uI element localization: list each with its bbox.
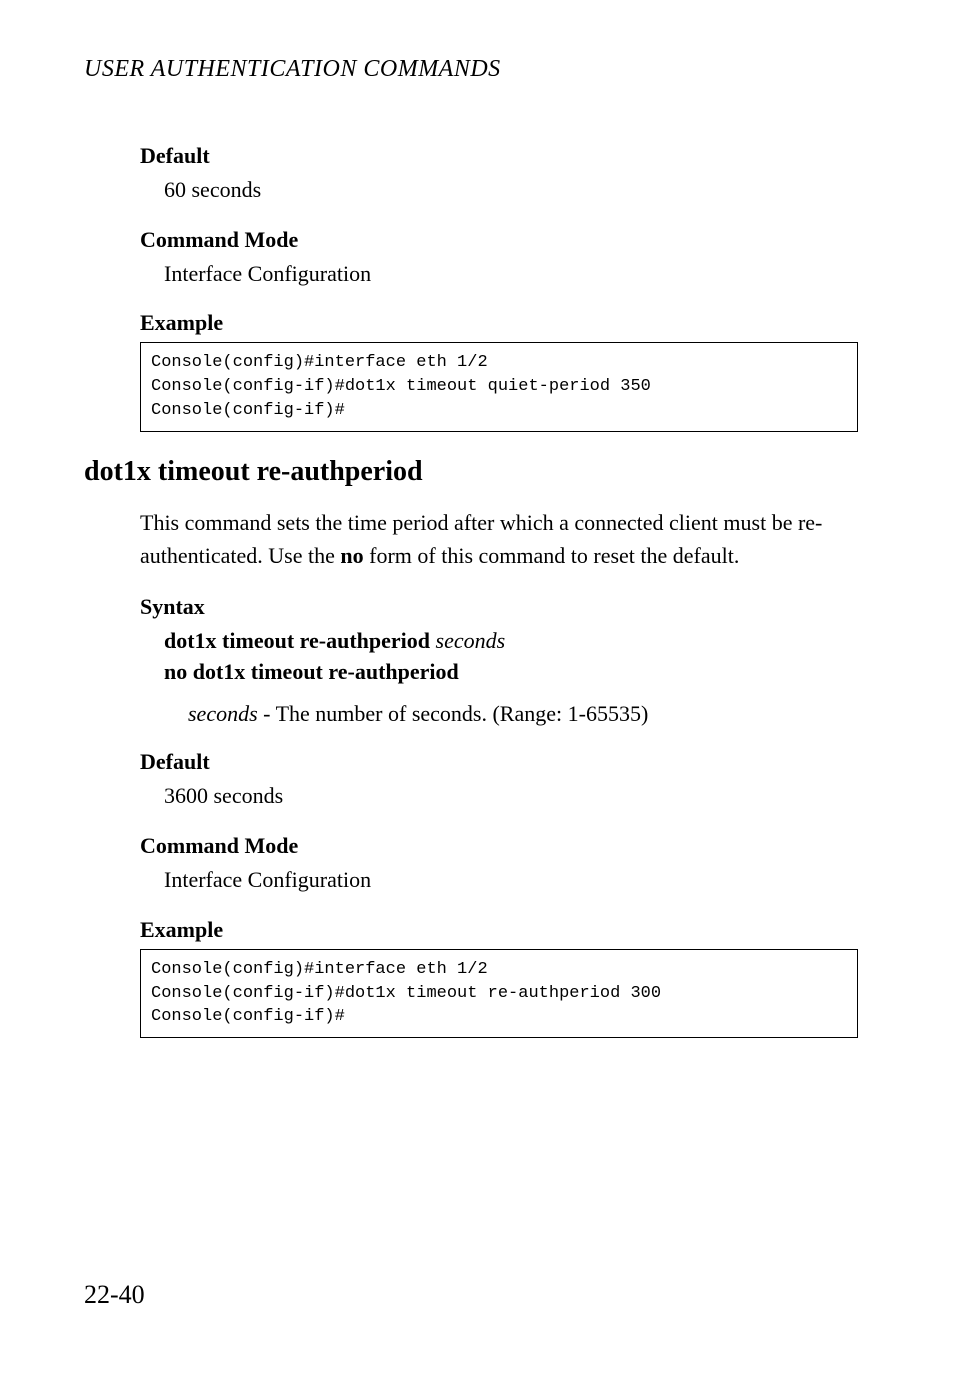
text-default-1: 60 seconds [164,175,858,205]
syntax-block: dot1x timeout re-authperiod seconds no d… [164,626,858,688]
page-number: 22-40 [84,1280,145,1310]
syntax-line-1: dot1x timeout re-authperiod seconds [164,626,858,657]
text-command-mode-1: Interface Configuration [164,259,858,289]
param-desc: - The number of seconds. (Range: 1-65535… [258,701,649,726]
heading-default-2: Default [84,749,858,775]
code-block-1: Console(config)#interface eth 1/2 Consol… [140,342,858,431]
heading-example-1: Example [84,310,858,336]
heading-syntax: Syntax [84,594,858,620]
command-title: dot1x timeout re-authperiod [84,456,858,488]
text-command-mode-2: Interface Configuration [164,865,858,895]
page-container: USER AUTHENTICATION COMMANDS Default 60 … [0,0,954,1388]
syntax-line-2: no dot1x timeout re-authperiod [164,657,858,688]
param-name: seconds [188,701,258,726]
desc-text-bold: no [340,543,363,568]
command-description: This command sets the time period after … [140,506,858,572]
desc-text-post: form of this command to reset the defaul… [364,543,740,568]
heading-default-1: Default [84,143,858,169]
text-default-2: 3600 seconds [164,781,858,811]
syntax-l1-italic: seconds [436,628,506,653]
running-header: USER AUTHENTICATION COMMANDS [84,56,858,83]
parameter-line: seconds - The number of seconds. (Range:… [188,701,858,727]
syntax-l1-bold: dot1x timeout re-authperiod [164,628,436,653]
heading-command-mode-2: Command Mode [84,833,858,859]
heading-command-mode-1: Command Mode [84,227,858,253]
heading-example-2: Example [84,917,858,943]
code-block-2: Console(config)#interface eth 1/2 Consol… [140,949,858,1038]
